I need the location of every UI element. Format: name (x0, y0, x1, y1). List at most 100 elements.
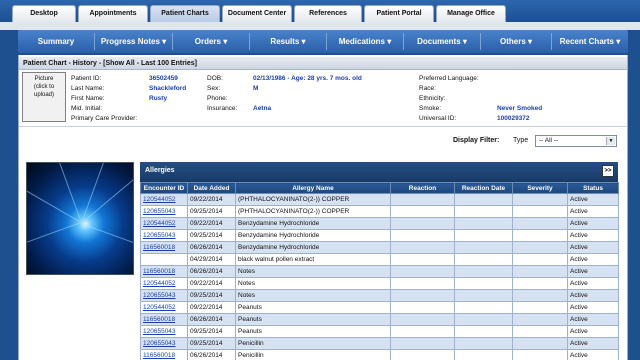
table-cell: Active (567, 325, 619, 338)
tab-document-center[interactable]: Document Center (222, 5, 292, 22)
table-cell: Notes (235, 277, 391, 290)
tab-appointments[interactable]: Appointments (78, 5, 148, 22)
encounter-id-link[interactable]: 116560018 (140, 265, 188, 278)
table-cell (512, 193, 568, 206)
table-cell (390, 301, 455, 314)
table-row[interactable]: 116560018 06/26/2014 Notes Active (140, 265, 619, 278)
filter-type-select[interactable]: -- All -- ▼ (535, 135, 617, 147)
table-cell: 09/25/2014 (187, 337, 236, 350)
table-cell (512, 325, 568, 338)
table-row[interactable]: 120544052 09/22/2014 Benzydamine Hydrochlo… (140, 217, 619, 230)
menu-orders[interactable]: Orders ▾ (173, 30, 249, 53)
light-streak (80, 223, 133, 248)
column-header[interactable]: Encounter ID (140, 182, 188, 194)
table-cell: Active (567, 229, 619, 242)
table-cell: Benzydamine Hydrochloride (235, 217, 391, 230)
column-header[interactable]: Allergy Name (235, 182, 391, 194)
table-row[interactable]: 04/29/2014 black walnut pollen extract Act… (140, 253, 619, 266)
encounter-id-link[interactable]: 116560018 (140, 349, 188, 360)
table-cell (512, 241, 568, 254)
main-menu: Summary Progress Notes ▾ Orders ▾ Result… (18, 30, 628, 53)
chevron-down-icon[interactable]: ▼ (606, 137, 615, 145)
encounter-id-link[interactable] (140, 253, 188, 266)
table-cell (390, 193, 455, 206)
light-streak (81, 163, 106, 224)
encounter-id-link[interactable]: 116560018 (140, 241, 188, 254)
encounter-id-link[interactable]: 120655043 (140, 229, 188, 242)
table-cell (454, 253, 513, 266)
table-cell (512, 229, 568, 242)
table-row[interactable]: 120655043 09/25/2014 Benzydamine Hydrochlo… (140, 229, 619, 242)
table-cell (454, 349, 513, 360)
display-filter-label: Display Filter: (453, 137, 500, 144)
tab-patient-portal[interactable]: Patient Portal (364, 5, 434, 22)
table-cell (390, 265, 455, 278)
ethnicity-label: Ethnicity: (419, 95, 446, 102)
table-row[interactable]: 116560018 06/26/2014 Penicillin Active (140, 349, 619, 360)
table-row[interactable]: 120544052 09/22/2014 Notes Active (140, 277, 619, 290)
column-header[interactable]: Reaction (390, 182, 455, 194)
allergies-table: Encounter ID Date Added Allergy Name Rea… (140, 182, 619, 360)
table-cell: Active (567, 253, 619, 266)
menu-documents[interactable]: Documents ▾ (404, 30, 480, 53)
tab-desktop[interactable]: Desktop (12, 5, 76, 22)
table-cell: 09/22/2014 (187, 301, 236, 314)
table-cell: Active (567, 337, 619, 350)
table-row[interactable]: 120655043 09/25/2014 (PHTHALOCYANINATO(2-)… (140, 205, 619, 218)
phone-label: Phone: (207, 95, 228, 102)
menu-progress-notes[interactable]: Progress Notes ▾ (95, 30, 172, 53)
encounter-id-link[interactable]: 120544052 (140, 277, 188, 290)
dob-label: DOB: (207, 75, 223, 82)
table-cell (454, 325, 513, 338)
table-cell (512, 349, 568, 360)
table-cell: Notes (235, 289, 391, 302)
encounter-id-link[interactable]: 120544052 (140, 301, 188, 314)
table-cell: 06/26/2014 (187, 313, 236, 326)
table-cell (390, 217, 455, 230)
expand-button[interactable]: >> (602, 165, 614, 177)
encounter-id-link[interactable]: 120544052 (140, 217, 188, 230)
table-cell: 09/22/2014 (187, 217, 236, 230)
allergies-title: Allergies (145, 167, 175, 174)
table-cell (390, 313, 455, 326)
fiber-optic-image (26, 162, 134, 275)
table-cell (390, 289, 455, 302)
table-cell: Active (567, 205, 619, 218)
table-row[interactable]: 120655043 09/25/2014 Notes Active (140, 289, 619, 302)
column-header[interactable]: Reaction Date (454, 182, 513, 194)
tab-references[interactable]: References (294, 5, 362, 22)
table-cell (454, 265, 513, 278)
menu-summary[interactable]: Summary (18, 30, 94, 53)
encounter-id-link[interactable]: 120655043 (140, 337, 188, 350)
menu-others[interactable]: Others ▾ (481, 30, 551, 53)
column-header[interactable]: Status (567, 182, 619, 194)
table-cell: Penicillin (235, 349, 391, 360)
encounter-id-link[interactable]: 120544052 (140, 193, 188, 206)
table-cell (512, 337, 568, 350)
preferred-language-label: Preferred Language: (419, 75, 479, 82)
column-header[interactable]: Date Added (187, 182, 236, 194)
table-row[interactable]: 120655043 09/25/2014 Peanuts Active (140, 325, 619, 338)
patient-picture-upload[interactable]: Picture (click to upload) (22, 72, 66, 122)
table-row[interactable]: 120544052 09/22/2014 (PHTHALOCYANINATO(2-)… (140, 193, 619, 206)
table-row[interactable]: 116560018 06/26/2014 Peanuts Active (140, 313, 619, 326)
table-row[interactable]: 116560018 06/26/2014 Benzydamine Hydrochlo… (140, 241, 619, 254)
table-row[interactable]: 120544052 09/22/2014 Peanuts Active (140, 301, 619, 314)
encounter-id-link[interactable]: 120655043 (140, 325, 188, 338)
column-header[interactable]: Severity (512, 182, 568, 194)
table-cell: Active (567, 349, 619, 360)
table-cell: 09/25/2014 (187, 289, 236, 302)
tab-patient-charts[interactable]: Patient Charts (150, 5, 220, 22)
encounter-id-link[interactable]: 120655043 (140, 205, 188, 218)
dob-value: 02/13/1986 - Age: 28 yrs. 7 mos. old (253, 75, 362, 82)
menu-recent-charts[interactable]: Recent Charts ▾ (552, 30, 628, 53)
encounter-id-link[interactable]: 116560018 (140, 313, 188, 326)
filter-selected-value: -- All -- (539, 137, 559, 144)
encounter-id-link[interactable]: 120655043 (140, 289, 188, 302)
menu-results[interactable]: Results ▾ (250, 30, 326, 53)
menu-medications[interactable]: Medications ▾ (327, 30, 403, 53)
tab-manage-office[interactable]: Manage Office (436, 5, 506, 22)
table-row[interactable]: 120655043 09/25/2014 Penicillin Active (140, 337, 619, 350)
table-cell (454, 241, 513, 254)
middle-initial-label: Mid. Initial: (71, 105, 103, 112)
